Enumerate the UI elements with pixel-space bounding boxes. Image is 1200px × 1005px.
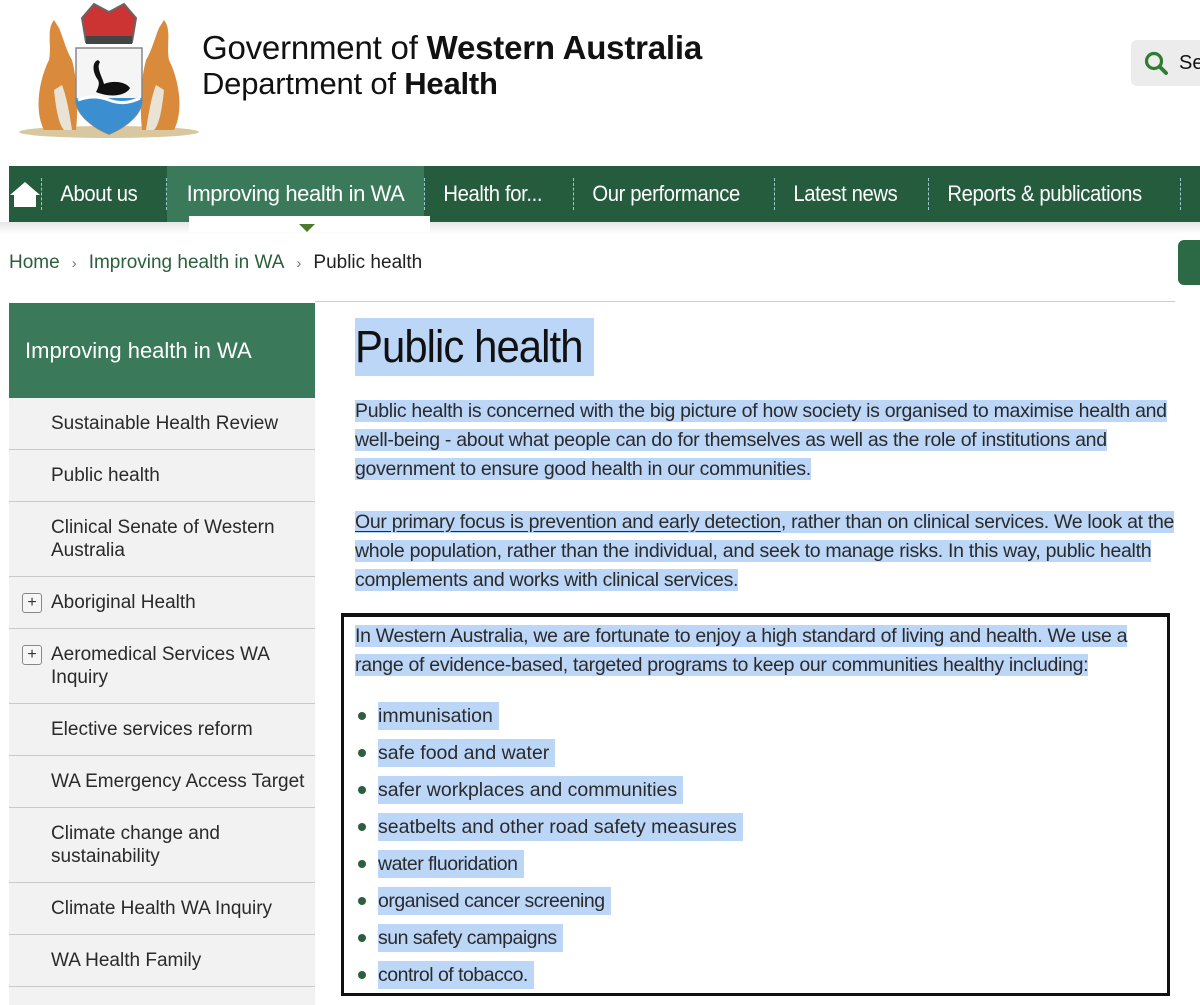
nav-item-improving-health[interactable]: Improving health in WA	[166, 166, 425, 222]
nav-item-reports-publications[interactable]: Reports & publications	[929, 166, 1160, 222]
sidebar-item-label: Climate change and sustainability	[51, 823, 220, 867]
sidebar-item-aboriginal-health[interactable]: + Aboriginal Health	[9, 577, 315, 629]
sidebar-heading[interactable]: Improving health in WA	[9, 303, 315, 398]
breadcrumb-current: Public health	[313, 252, 423, 273]
programs-text: In Western Australia, we are fortunate t…	[355, 625, 1128, 676]
list-item-text: sun safety campaigns	[378, 924, 563, 952]
sidebar-item-sustainable-health-review[interactable]: Sustainable Health Review	[9, 398, 315, 450]
sidebar-item-label: Elective services reform	[51, 719, 253, 740]
breadcrumb-home[interactable]: Home	[9, 252, 60, 274]
list-item: sun safety campaigns	[355, 924, 1165, 952]
sidebar-item-climate-change[interactable]: Climate change and sustainability	[9, 808, 315, 883]
intro-text: Public health is concerned with the big …	[355, 400, 1167, 480]
list-item-text: safe food and water	[378, 739, 556, 767]
sidebar-item-label: Aeromedical Services WA Inquiry	[51, 644, 269, 688]
content-divider	[315, 301, 1175, 302]
programs-paragraph: In Western Australia, we are fortunate t…	[355, 622, 1165, 680]
list-item: water fluoridation	[355, 850, 1165, 878]
programs-section: In Western Australia, we are fortunate t…	[355, 622, 1165, 998]
expand-plus-icon[interactable]: +	[22, 645, 42, 665]
search-icon	[1144, 51, 1168, 75]
sidebar-item-climate-health-inquiry[interactable]: Climate Health WA Inquiry	[9, 883, 315, 935]
site-brand[interactable]: Government of Western Australia Departme…	[202, 30, 702, 102]
brand-government: Government of	[202, 29, 427, 66]
nav-item-health-for[interactable]: Health for...	[425, 166, 561, 222]
nav-item-our-performance[interactable]: Our performance	[574, 166, 758, 222]
search-label: Se	[1179, 51, 1200, 74]
main-content: Public health Public health is concerned…	[355, 318, 1175, 595]
list-item: organised cancer screening	[355, 887, 1165, 915]
expand-plus-icon[interactable]: +	[22, 593, 42, 613]
search-button[interactable]: Se	[1131, 40, 1200, 86]
programs-list: immunisation safe food and water safer w…	[355, 702, 1165, 989]
list-item-text: control of tobacco.	[378, 961, 534, 989]
list-item: control of tobacco.	[355, 961, 1165, 989]
sidebar-item-label: Public health	[51, 465, 160, 486]
brand-department: Department of	[202, 66, 405, 101]
sidebar-item-label: Climate Health WA Inquiry	[51, 898, 273, 919]
chevron-right-icon: ›	[296, 254, 302, 272]
list-item-text: organised cancer screening	[378, 887, 611, 915]
sidebar-item-label: WA Emergency Access Target	[51, 771, 305, 792]
chevron-right-icon: ›	[71, 254, 77, 272]
sidebar-item-wa-health-family[interactable]: WA Health Family	[9, 935, 315, 987]
sidebar-item-label: WA Health Family	[51, 950, 202, 971]
sidebar-item-aeromedical-services[interactable]: + Aeromedical Services WA Inquiry	[9, 629, 315, 704]
list-item: safer workplaces and communities	[355, 776, 1165, 804]
list-item-text: safer workplaces and communities	[378, 776, 684, 804]
home-icon	[10, 182, 40, 207]
sidebar-item-emergency-access-target[interactable]: WA Emergency Access Target	[9, 756, 315, 808]
site-header: Government of Western Australia Departme…	[0, 0, 1200, 165]
brand-department-name: Health	[404, 66, 498, 101]
breadcrumb-improving-health[interactable]: Improving health in WA	[89, 252, 285, 274]
nav-item-careers[interactable]: Care	[1181, 166, 1200, 222]
sidebar-nav: Improving health in WA Sustainable Healt…	[9, 303, 315, 1005]
list-item-text: water fluoridation	[378, 850, 524, 878]
intro-paragraph: Public health is concerned with the big …	[355, 397, 1175, 484]
nav-item-about-us[interactable]: About us	[42, 166, 156, 222]
brand-state: Western Australia	[426, 29, 703, 66]
side-action-button[interactable]	[1178, 240, 1200, 285]
nav-home[interactable]	[9, 166, 41, 222]
breadcrumb: Home › Improving health in WA › Public h…	[9, 252, 422, 274]
list-item: seatbelts and other road safety measures	[355, 813, 1165, 841]
sidebar-item-clinical-senate[interactable]: Clinical Senate of Western Australia	[9, 502, 315, 577]
sidebar-item-label: Aboriginal Health	[51, 592, 196, 613]
nav-shadow	[0, 222, 1200, 234]
wa-coat-of-arms-logo[interactable]	[14, 0, 204, 140]
nav-item-latest-news[interactable]: Latest news	[775, 166, 916, 222]
list-item-text: seatbelts and other road safety measures	[378, 813, 743, 841]
list-item: safe food and water	[355, 739, 1165, 767]
list-item: immunisation	[355, 702, 1165, 730]
sidebar-item-label: Clinical Senate of Western Australia	[51, 517, 275, 561]
sidebar-item-label: Sustainable Health Review	[51, 413, 279, 434]
focus-underlined-text: Our primary focus is prevention and earl…	[355, 511, 781, 533]
page-title: Public health	[355, 318, 594, 376]
sidebar-item-public-health[interactable]: Public health	[9, 450, 315, 502]
sidebar-item-elective-services[interactable]: Elective services reform	[9, 704, 315, 756]
focus-paragraph: Our primary focus is prevention and earl…	[355, 508, 1175, 595]
caret-down-icon	[299, 224, 315, 232]
main-nav: About us Improving health in WA Health f…	[9, 166, 1200, 222]
list-item-text: immunisation	[378, 702, 499, 730]
